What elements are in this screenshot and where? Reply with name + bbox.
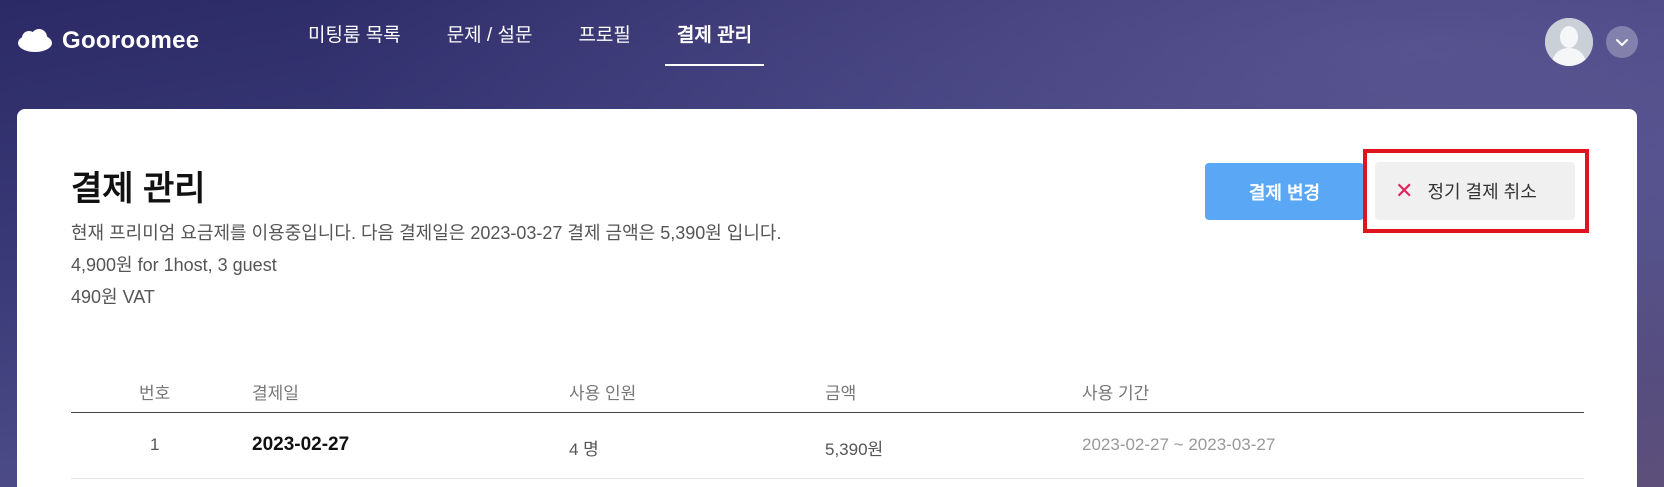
header-payment-date: 결제일 [252, 384, 299, 403]
row-users: 4 명 [569, 440, 599, 459]
cloud-logo-icon [18, 29, 52, 52]
table-header: 번호 결제일 사용 인원 금액 사용 기간 [71, 371, 1584, 413]
row-payment-date: 2023-02-27 [252, 434, 350, 455]
logo[interactable]: Gooroomee [16, 27, 199, 55]
logo-text: Gooroomee [62, 27, 200, 54]
row-amount: 5,390원 [825, 440, 884, 459]
user-avatar-icon [1545, 18, 1593, 66]
chevron-down-icon [1616, 39, 1628, 46]
avatar[interactable] [1545, 18, 1593, 66]
cancel-subscription-label: 정기 결제 취소 [1427, 182, 1537, 202]
table-row: 1 2023-02-27 4 명 5,390원 2023-02-27 ~ 202… [71, 414, 1584, 479]
nav-billing[interactable]: 결제 관리 [664, 0, 765, 66]
vat-info: 490원 VAT [71, 287, 155, 307]
row-number: 1 [150, 435, 160, 454]
close-icon: ✕ [1395, 178, 1414, 203]
nav-profile[interactable]: 프로필 [566, 0, 642, 66]
plan-price-info: 4,900원 for 1host, 3 guest [71, 255, 277, 275]
header-users: 사용 인원 [569, 384, 637, 403]
page-title: 결제 관리 [71, 170, 206, 208]
main-nav: 미팅룸 목록 문제 / 설문 프로필 결제 관리 [296, 0, 786, 66]
header-period: 사용 기간 [1082, 384, 1150, 403]
nav-meeting-rooms[interactable]: 미팅룸 목록 [296, 0, 413, 66]
cancel-subscription-button[interactable]: ✕ 정기 결제 취소 [1375, 162, 1575, 220]
nav-questions-surveys[interactable]: 문제 / 설문 [435, 0, 545, 66]
change-payment-button[interactable]: 결제 변경 [1205, 163, 1364, 220]
header-number: 번호 [139, 384, 171, 403]
top-header: Gooroomee 미팅룸 목록 문제 / 설문 프로필 결제 관리 [0, 0, 1664, 75]
current-plan-info: 현재 프리미엄 요금제를 이용중입니다. 다음 결제일은 2023-03-27 … [71, 223, 782, 243]
billing-card: 결제 관리 현재 프리미엄 요금제를 이용중입니다. 다음 결제일은 2023-… [17, 109, 1637, 487]
header-amount: 금액 [825, 384, 857, 403]
account-menu-button[interactable] [1606, 26, 1638, 58]
row-period: 2023-02-27 ~ 2023-03-27 [1082, 435, 1276, 454]
